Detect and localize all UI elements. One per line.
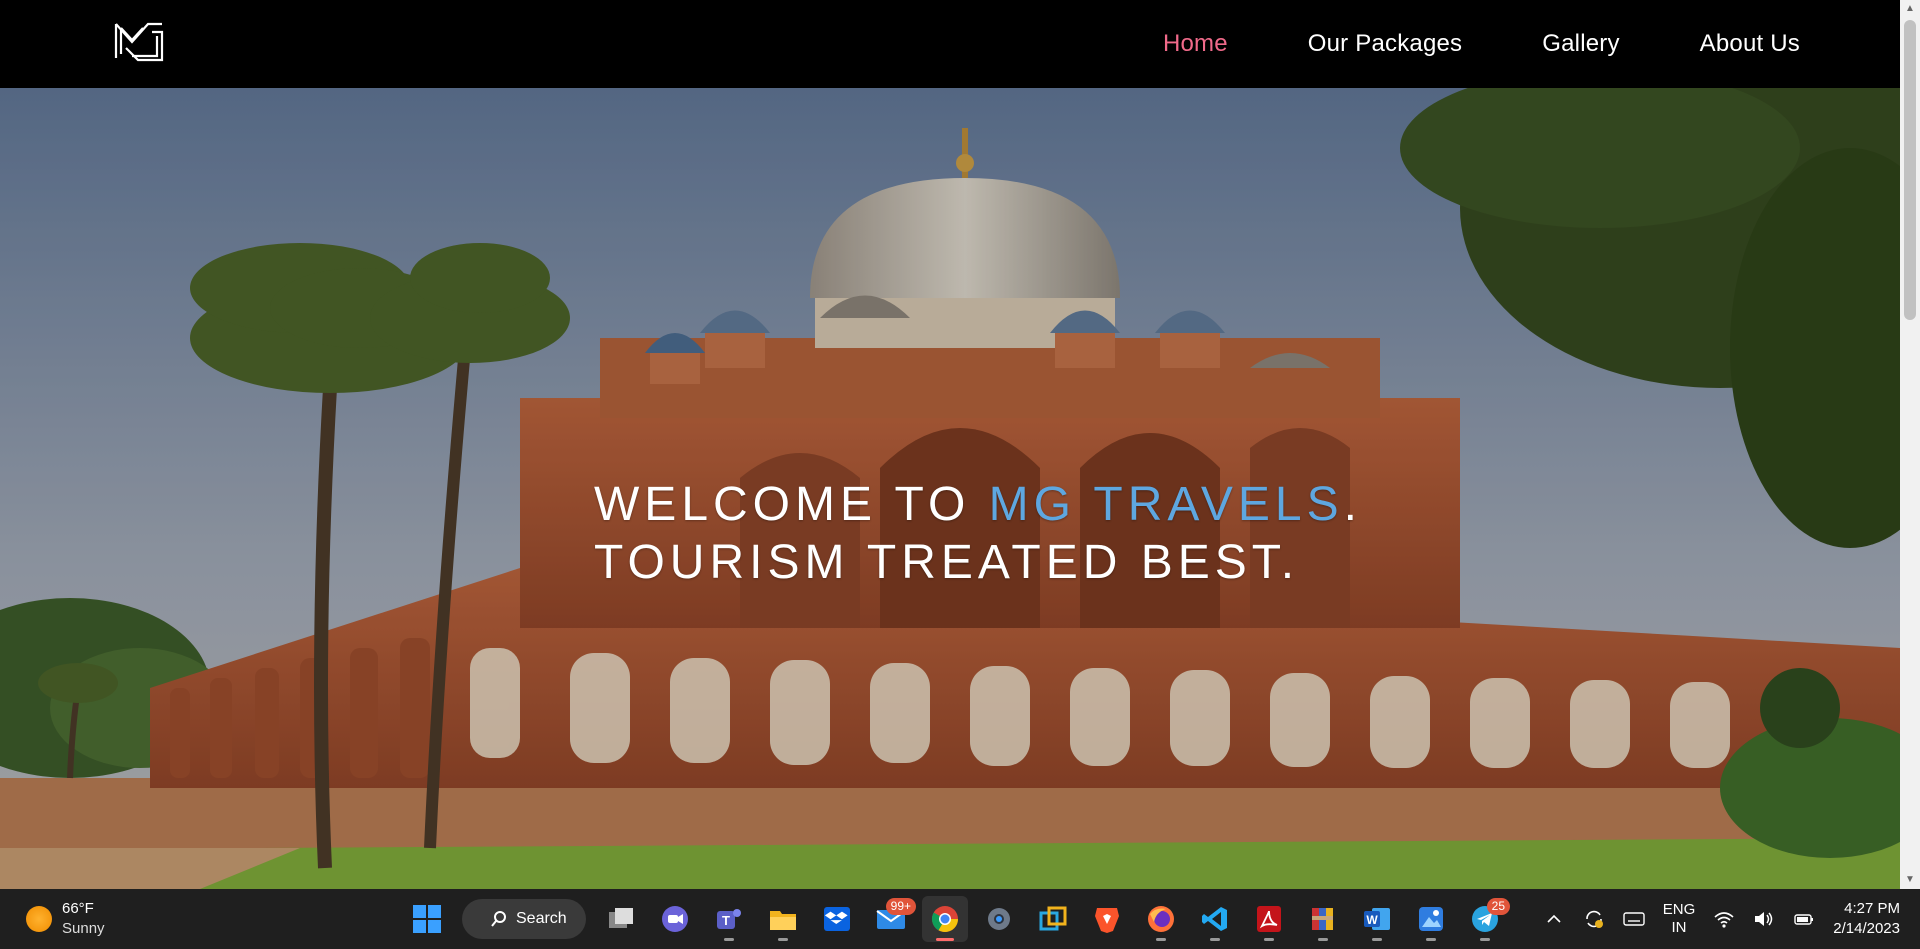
clock-time: 4:27 PM <box>1844 900 1900 917</box>
hero-headline: WELCOME TO MG TRAVELS. TOURISM TREATED B… <box>594 476 1362 592</box>
adobe-acrobat-icon[interactable] <box>1246 896 1292 942</box>
taskbar-search-button[interactable]: Search <box>462 899 586 939</box>
page-scrollbar[interactable]: ▲ ▼ <box>1900 0 1920 889</box>
settings-gear-icon[interactable] <box>976 896 1022 942</box>
telegram-unread-badge: 25 <box>1486 898 1510 915</box>
windows-taskbar: 66°F Sunny Search T 99+ W 25 ENG IN 4:27… <box>0 889 1920 949</box>
taskbar-apps: Search T 99+ W 25 <box>404 895 1510 943</box>
mail-unread-badge: 99+ <box>885 898 916 915</box>
svg-text:W: W <box>1366 913 1378 927</box>
weather-widget[interactable]: 66°F Sunny <box>26 899 105 939</box>
hero-line-1: WELCOME TO MG TRAVELS. <box>594 476 1362 534</box>
chevron-up-icon[interactable] <box>1543 908 1565 930</box>
dropbox-icon[interactable] <box>814 896 860 942</box>
hero-line-2: TOURISM TREATED BEST. <box>594 536 1300 589</box>
language-indicator[interactable]: ENG IN <box>1663 901 1696 937</box>
site-navbar: Home Our Packages Gallery About Us <box>0 0 1900 88</box>
svg-text:T: T <box>722 913 730 928</box>
hero-welcome-text: WELCOME TO <box>594 478 989 531</box>
mail-icon[interactable]: 99+ <box>868 896 916 942</box>
search-label: Search <box>516 910 567 927</box>
clock-date: 2/14/2023 <box>1833 920 1900 937</box>
file-explorer-icon[interactable] <box>760 896 806 942</box>
scrollbar-thumb[interactable] <box>1904 20 1916 320</box>
search-icon <box>491 911 506 927</box>
task-view-icon[interactable] <box>598 896 644 942</box>
brave-browser-icon[interactable] <box>1084 896 1130 942</box>
photos-app-icon[interactable] <box>1408 896 1454 942</box>
sunny-weather-icon <box>26 906 52 932</box>
nav-our-packages[interactable]: Our Packages <box>1268 30 1502 58</box>
weather-temp: 66°F <box>62 900 94 917</box>
microsoft-word-icon[interactable]: W <box>1354 896 1400 942</box>
sync-icon[interactable] <box>1583 908 1605 930</box>
nav-about-us[interactable]: About Us <box>1660 30 1840 58</box>
vscode-icon[interactable] <box>1192 896 1238 942</box>
mg-logo-icon[interactable] <box>112 18 166 66</box>
language-region: IN <box>1671 919 1687 936</box>
chrome-icon[interactable] <box>922 896 968 942</box>
hero-line1-period: . <box>1343 478 1362 531</box>
volume-icon[interactable] <box>1753 908 1775 930</box>
scroll-down-arrow-icon[interactable]: ▼ <box>1900 871 1920 889</box>
weather-condition: Sunny <box>62 920 105 937</box>
nav-gallery[interactable]: Gallery <box>1502 30 1659 58</box>
firefox-icon[interactable] <box>1138 896 1184 942</box>
system-tray: ENG IN 4:27 PM 2/14/2023 <box>1543 897 1900 941</box>
keyboard-icon[interactable] <box>1623 908 1645 930</box>
language-code: ENG <box>1662 901 1696 918</box>
nav-home[interactable]: Home <box>1123 30 1268 58</box>
teams-chat-icon[interactable] <box>652 896 698 942</box>
taskbar-clock[interactable]: 4:27 PM 2/14/2023 <box>1833 899 1900 939</box>
microsoft-teams-icon[interactable]: T <box>706 896 752 942</box>
scroll-up-arrow-icon[interactable]: ▲ <box>1900 0 1920 18</box>
wifi-icon[interactable] <box>1713 908 1735 930</box>
battery-icon[interactable] <box>1793 908 1815 930</box>
main-nav: Home Our Packages Gallery About Us <box>1123 0 1840 88</box>
page: Home Our Packages Gallery About Us WELCO… <box>0 0 1920 949</box>
virtualbox-icon[interactable] <box>1030 896 1076 942</box>
hero-brand-name: MG TRAVELS <box>988 478 1344 531</box>
windows-start-icon[interactable] <box>404 896 450 942</box>
hero-section: WELCOME TO MG TRAVELS. TOURISM TREATED B… <box>0 88 1900 889</box>
telegram-icon[interactable]: 25 <box>1462 896 1510 942</box>
winrar-icon[interactable] <box>1300 896 1346 942</box>
